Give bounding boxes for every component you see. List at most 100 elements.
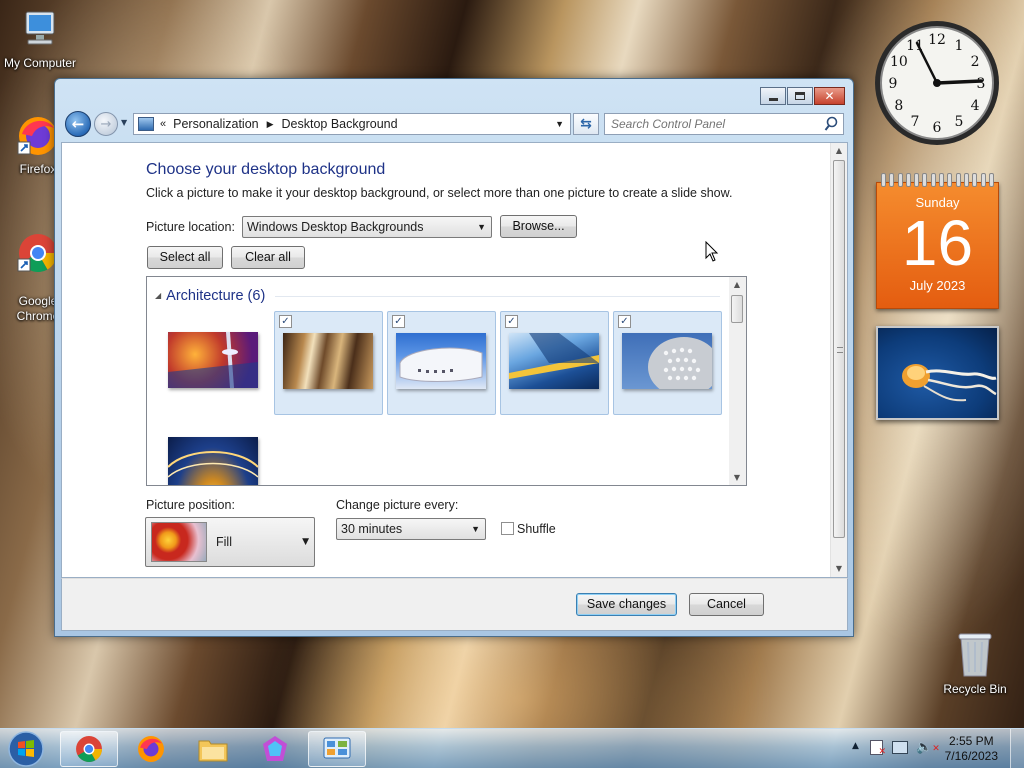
clock-numeral: 7 (911, 114, 920, 130)
desktop-icon-label: Google Chrome (16, 294, 60, 323)
collapse-triangle-icon[interactable]: ◢ (155, 291, 161, 300)
clock-hour-hand (935, 79, 983, 85)
cancel-button[interactable]: Cancel (689, 593, 764, 616)
back-arrow-icon: ← (71, 115, 85, 133)
close-icon: ✕ (824, 89, 835, 103)
clock-date: 7/16/2023 (944, 749, 998, 763)
gallery-scroll-thumb[interactable] (731, 295, 743, 323)
clock-time: 2:55 PM (948, 734, 994, 748)
group-title: Architecture (6) (166, 288, 266, 304)
browse-button[interactable]: Browse... (500, 215, 577, 238)
show-desktop-button[interactable] (1010, 729, 1024, 768)
firefox-icon (138, 736, 164, 762)
shuffle-checkbox[interactable]: Shuffle (501, 522, 556, 536)
scroll-up-icon[interactable]: ▲ (729, 280, 745, 289)
shuffle-label: Shuffle (517, 522, 556, 536)
clock-gadget[interactable]: 12 1234567891011 (873, 19, 1001, 147)
scroll-down-icon[interactable]: ▼ (831, 561, 847, 577)
content-scroll-thumb[interactable] (833, 160, 845, 538)
slideshow-gadget[interactable] (876, 326, 999, 420)
address-dropdown-icon[interactable]: ▼ (555, 119, 564, 129)
forward-button[interactable]: → (94, 112, 118, 136)
breadcrumb-personalization[interactable]: Personalization (173, 117, 258, 131)
chevron-down-icon: ▼ (121, 118, 128, 127)
gallery-scrollbar[interactable]: ▲ ▼ (729, 277, 746, 485)
picture-tile-architecture-1[interactable] (160, 311, 269, 415)
taskbar-chrome[interactable] (60, 731, 118, 767)
group-header-architecture[interactable]: ◢ Architecture (6) (155, 288, 265, 304)
taskbar-clock[interactable]: 2:55 PM 7/16/2023 (945, 734, 998, 764)
tile-checkbox[interactable]: ✓ (392, 315, 405, 328)
breadcrumb-separator-icon[interactable]: ▶ (267, 119, 274, 130)
content-pane: Choose your desktop background Click a p… (61, 142, 848, 578)
content-scrollbar[interactable]: ▲ ▼ (830, 143, 847, 577)
change-picture-select[interactable]: 30 minutes ▼ (336, 518, 486, 540)
clock-numeral: 4 (971, 98, 980, 114)
taskbar-control-panel[interactable] (308, 731, 366, 767)
tile-checkbox[interactable]: ✓ (279, 315, 292, 328)
architecture-1-thumbnail (168, 332, 258, 388)
scroll-up-icon[interactable]: ▲ (831, 143, 847, 159)
clear-all-button[interactable]: Clear all (231, 246, 305, 269)
desktop-icon-my-computer[interactable]: My Computer (0, 8, 80, 70)
caption-buttons: ✕ (760, 87, 845, 105)
picture-gallery: ◢ Architecture (6) ✓ ✓ ✓ ✓ ▲ ▼ (146, 276, 747, 486)
taskbar-file-explorer[interactable] (184, 731, 242, 767)
network-icon[interactable] (892, 741, 908, 754)
search-input[interactable] (605, 114, 815, 134)
minimize-button[interactable] (760, 87, 786, 105)
search-icon[interactable] (824, 116, 838, 132)
windows-logo-icon (8, 731, 44, 767)
breadcrumb-desktop-background[interactable]: Desktop Background (282, 117, 398, 131)
picture-location-select[interactable]: Windows Desktop Backgrounds ▼ (242, 216, 492, 238)
show-hidden-icons-icon[interactable]: ▲ (852, 741, 859, 751)
shuffle-checkbox-box[interactable] (501, 522, 514, 535)
close-button[interactable]: ✕ (814, 87, 845, 105)
chevron-down-icon: ▼ (302, 537, 309, 547)
taskbar-pinned-app[interactable] (246, 731, 304, 767)
desktop-icon-recycle-bin[interactable]: Recycle Bin (935, 630, 1015, 696)
desktop-icon-label: My Computer (3, 56, 77, 70)
picture-tile-architecture-4[interactable]: ✓ (500, 311, 609, 415)
calendar-gadget[interactable]: Sunday 16 July 2023 (876, 172, 999, 309)
action-center-icon[interactable]: ✕ (870, 740, 886, 757)
scroll-down-icon[interactable]: ▼ (729, 473, 745, 482)
architecture-5-thumbnail (622, 333, 712, 389)
taskbar-firefox[interactable] (122, 731, 180, 767)
recent-pages-button[interactable]: ▼ (121, 118, 127, 127)
picture-tile-architecture-2[interactable]: ✓ (274, 311, 383, 415)
maximize-button[interactable] (787, 87, 813, 105)
volume-icon[interactable]: 🔈✕ (916, 740, 940, 755)
picture-location-value: Windows Desktop Backgrounds (247, 220, 424, 234)
save-changes-button[interactable]: Save changes (576, 593, 677, 616)
tile-checkbox[interactable]: ✓ (618, 315, 631, 328)
architecture-6-thumbnail (168, 437, 258, 485)
system-tray: ▲ ✕ 🔈✕ 2:55 PM 7/16/2023 (844, 729, 1024, 768)
page-title: Choose your desktop background (146, 161, 386, 178)
picture-tile-architecture-6[interactable] (160, 417, 269, 485)
picture-position-value: Fill (216, 535, 232, 549)
picture-tile-architecture-3[interactable]: ✓ (387, 311, 496, 415)
refresh-button[interactable]: ⇆ (573, 113, 599, 135)
mouse-cursor-icon (705, 241, 719, 262)
calendar-month: July 2023 (909, 278, 966, 293)
clock-numeral: 9 (889, 76, 898, 92)
desktop-icon-label: Firefox (19, 162, 57, 176)
maximize-icon (795, 92, 805, 100)
clock-numeral: 5 (955, 114, 964, 130)
back-button[interactable]: ← (65, 111, 91, 137)
search-box[interactable] (604, 113, 844, 135)
folder-icon (198, 740, 228, 762)
recycle-bin-icon (958, 633, 992, 677)
select-all-button[interactable]: Select all (147, 246, 223, 269)
address-bar[interactable]: « Personalization ▶ Desktop Background ▼ (133, 113, 571, 135)
picture-tile-architecture-5[interactable]: ✓ (613, 311, 722, 415)
refresh-icon: ⇆ (580, 116, 592, 132)
start-button[interactable] (6, 730, 46, 768)
picture-position-select[interactable]: Fill ▼ (145, 517, 315, 567)
breadcrumb-overflow[interactable]: « (160, 118, 166, 130)
architecture-3-thumbnail (396, 333, 486, 389)
tile-checkbox[interactable]: ✓ (505, 315, 518, 328)
dialog-footer: Save changes Cancel (61, 578, 848, 631)
change-picture-value: 30 minutes (341, 522, 403, 536)
